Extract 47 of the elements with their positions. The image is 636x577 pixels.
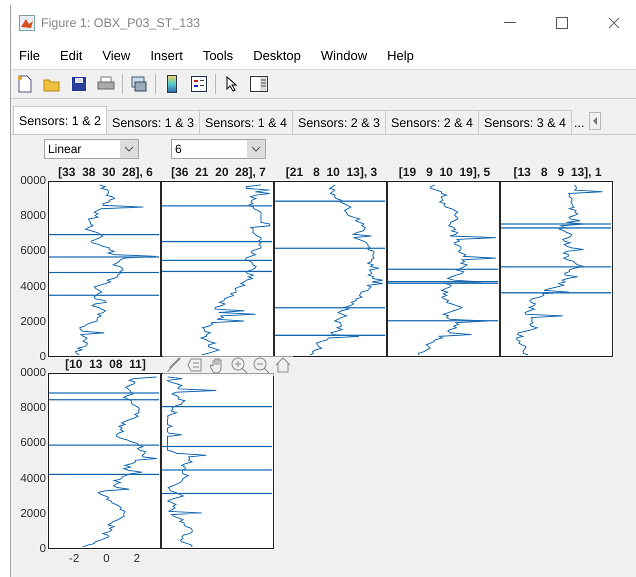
dropdown[interactable]: 6 — [171, 139, 266, 159]
left-arrow-icon — [592, 117, 598, 125]
menu-item[interactable]: Edit — [60, 46, 92, 64]
zoom-out-icon[interactable] — [251, 356, 271, 376]
menu-item[interactable]: Desktop — [253, 46, 310, 64]
chevron-down-icon — [124, 146, 134, 152]
app-logo-icon — [19, 15, 35, 31]
x-tick-label: 0 — [103, 553, 110, 565]
y-tick-label: 6000 — [20, 245, 46, 258]
plot-title: [19 9 10 19], 5 — [398, 165, 490, 181]
tab-overflow[interactable]: ... — [571, 116, 588, 134]
y-tick-label: 4000 — [20, 280, 46, 293]
x-tick-label: -2 — [68, 553, 80, 565]
y-tick-label: 8000 — [20, 402, 46, 414]
plot-title: [10 13 08 11] — [65, 357, 146, 373]
y-tick-label: 0 — [40, 350, 46, 363]
minimize-icon — [504, 22, 516, 24]
plot-title: [13 8 9 13], 1 — [513, 165, 602, 181]
x-tick-label: 2 — [134, 553, 140, 565]
plot-title: [36 21 20 28], 7 — [171, 165, 266, 181]
close-icon — [608, 17, 620, 29]
plot-title: [33 38 30 28], 6 — [58, 165, 153, 181]
dropdown[interactable]: Linear — [44, 139, 139, 159]
tab[interactable]: Sensors: 1 & 2 — [13, 106, 107, 134]
y-tick-label: 0000 — [20, 175, 46, 187]
property-panel-button[interactable] — [248, 73, 270, 95]
menu-item[interactable]: Insert — [150, 46, 192, 64]
y-tick-label: 2000 — [20, 508, 46, 520]
maximize-icon — [556, 17, 568, 29]
menu-item[interactable]: View — [102, 46, 140, 64]
y-tick-label: 2000 — [20, 316, 46, 328]
menu-item[interactable]: Window — [320, 46, 376, 64]
scroll-left-button[interactable] — [589, 112, 602, 130]
menu-item[interactable]: File — [19, 46, 49, 64]
y-tick-label: 0 — [40, 542, 46, 555]
chevron-down-icon — [251, 146, 261, 152]
menu-item[interactable]: Tools — [202, 46, 242, 64]
legend-button[interactable] — [188, 73, 210, 95]
tab[interactable]: Sensors: 3 & 4 — [478, 110, 572, 134]
y-tick-label: 4000 — [20, 472, 46, 485]
menu-item[interactable]: Help — [387, 46, 423, 64]
y-tick-label: 8000 — [20, 210, 46, 222]
zoom-in-icon[interactable] — [229, 356, 249, 376]
plot-title: [21 8 10 13], 3 — [286, 165, 378, 181]
window-title: Figure 1: OBX_P03_ST_133 — [41, 16, 202, 30]
y-tick-label: 6000 — [20, 437, 46, 450]
y-tick-label: 0000 — [20, 367, 46, 379]
